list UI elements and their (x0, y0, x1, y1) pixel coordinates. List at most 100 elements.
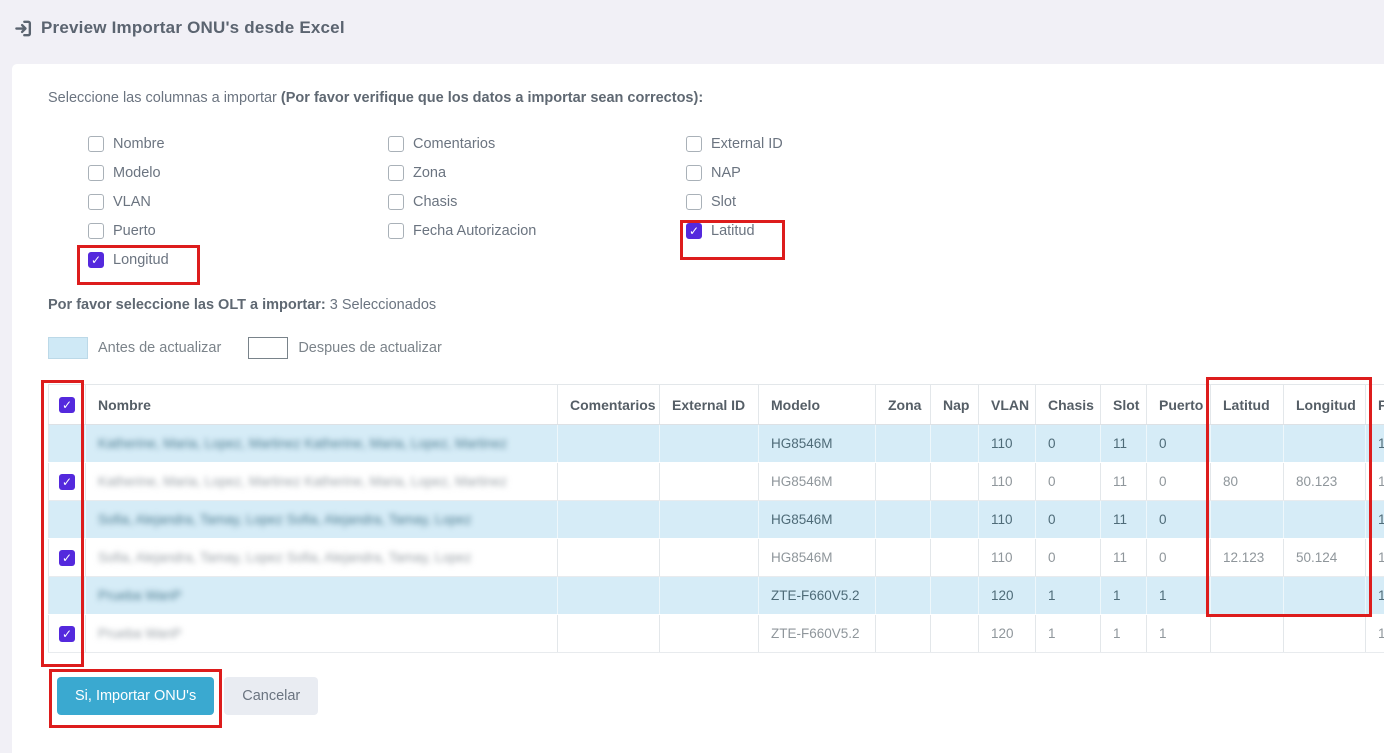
confirm-import-button[interactable]: Si, Importar ONU's (57, 677, 214, 715)
checkbox-checked-icon[interactable]: ✓ (686, 223, 702, 239)
cell-zona (876, 615, 931, 653)
columns-section-label: Seleccione las columnas a importar (Por … (48, 90, 703, 106)
cell-comentarios (558, 539, 660, 577)
table-row-2-after: ✓Katherine, Maria, Lopez, Martinez Kathe… (49, 463, 1384, 501)
page-title-wrap: Preview Importar ONU's desde Excel (14, 18, 345, 38)
cell-longitud (1284, 577, 1366, 615)
cell-nombre: Katherine, Maria, Lopez, Martinez Kather… (86, 425, 558, 463)
cell-latitud: 80 (1211, 463, 1284, 501)
import-columns-grid: Nombre Modelo VLAN Puerto ✓ Longitud Comentari… (88, 136, 986, 281)
checkbox-unchecked-icon[interactable] (88, 136, 104, 152)
top-header-bar: Preview Importar ONU's desde Excel (0, 0, 1384, 56)
checkbox-unchecked-icon[interactable] (88, 194, 104, 210)
cell-chasis: 0 (1036, 501, 1101, 539)
onu-preview-table: ✓NombreComentariosExternal IDModeloZonaN… (48, 384, 1384, 653)
import-column-option-latitud[interactable]: ✓Latitud (686, 223, 986, 239)
import-columns-col-2: Comentarios Zona Chasis Fecha Autorizacion (388, 136, 686, 281)
column-header-external-id: External ID (660, 385, 759, 425)
column-header-nap: Nap (931, 385, 979, 425)
row-checkbox-checked[interactable]: ✓ (59, 550, 75, 566)
columns-label-normal: Seleccione las columnas a importar (48, 90, 281, 106)
column-header-longitud: Longitud (1284, 385, 1366, 425)
cell-fecha: 19 (1366, 539, 1384, 577)
import-column-option-modelo[interactable]: Modelo (88, 165, 388, 181)
cell-vlan: 110 (979, 425, 1036, 463)
import-column-option-puerto[interactable]: Puerto (88, 223, 388, 239)
cell-external-id (660, 463, 759, 501)
cell-chasis: 1 (1036, 615, 1101, 653)
cell-slot: 1 (1101, 577, 1147, 615)
cell-nombre: Prueba WanP (86, 577, 558, 615)
import-column-option-nap[interactable]: NAP (686, 165, 986, 181)
checkbox-label: Zona (413, 165, 446, 181)
cell-longitud: 80.123 (1284, 463, 1366, 501)
legend-before-swatch (48, 337, 88, 359)
checkbox-unchecked-icon[interactable] (686, 194, 702, 210)
import-column-option-nombre[interactable]: Nombre (88, 136, 388, 152)
import-column-option-vlan[interactable]: VLAN (88, 194, 388, 210)
checkbox-unchecked-icon[interactable] (388, 136, 404, 152)
column-header-chasis: Chasis (1036, 385, 1101, 425)
checkbox-unchecked-icon[interactable] (388, 194, 404, 210)
onu-name-redacted: Prueba WanP (98, 626, 182, 641)
column-header-puerto: Puerto (1147, 385, 1211, 425)
checkbox-label: Longitud (113, 252, 169, 268)
cell-longitud: 50.124 (1284, 539, 1366, 577)
cell-slot: 11 (1101, 539, 1147, 577)
column-header-vlan: VLAN (979, 385, 1036, 425)
column-header-nombre: Nombre (86, 385, 558, 425)
cell-nap (931, 463, 979, 501)
cell-vlan: 110 (979, 463, 1036, 501)
checkbox-unchecked-icon[interactable] (388, 223, 404, 239)
import-column-option-zona[interactable]: Zona (388, 165, 686, 181)
row-checkbox-checked[interactable]: ✓ (59, 626, 75, 642)
import-column-option-external-id[interactable]: External ID (686, 136, 986, 152)
row-select-cell: ✓ (49, 539, 86, 577)
checkbox-unchecked-icon[interactable] (88, 165, 104, 181)
checkbox-label: External ID (711, 136, 783, 152)
cell-nombre: Prueba WanP (86, 615, 558, 653)
checkbox-unchecked-icon[interactable] (88, 223, 104, 239)
import-column-option-slot[interactable]: Slot (686, 194, 986, 210)
cell-vlan: 110 (979, 539, 1036, 577)
cell-puerto: 0 (1147, 425, 1211, 463)
cell-nap (931, 615, 979, 653)
checkbox-label: Modelo (113, 165, 161, 181)
cell-puerto: 0 (1147, 463, 1211, 501)
table-row-1-before: Katherine, Maria, Lopez, Martinez Kather… (49, 425, 1384, 463)
import-column-option-comentarios[interactable]: Comentarios (388, 136, 686, 152)
table-body: Katherine, Maria, Lopez, Martinez Kather… (49, 425, 1384, 653)
olt-count: 3 Seleccionados (326, 297, 436, 313)
cell-longitud (1284, 425, 1366, 463)
checkbox-unchecked-icon[interactable] (686, 136, 702, 152)
cell-modelo: ZTE-F660V5.2 (759, 577, 876, 615)
cell-latitud: 12.123 (1211, 539, 1284, 577)
onu-name-redacted: Sofia, Alejandra, Tamay, Lopez Sofia, Al… (98, 512, 472, 527)
cell-latitud (1211, 577, 1284, 615)
cell-chasis: 0 (1036, 463, 1101, 501)
checkbox-label: Chasis (413, 194, 457, 210)
checkbox-label: VLAN (113, 194, 151, 210)
import-column-option-fecha-autorizacion[interactable]: Fecha Autorizacion (388, 223, 686, 239)
cell-chasis: 0 (1036, 425, 1101, 463)
select-all-checkbox[interactable]: ✓ (59, 397, 75, 413)
checkbox-unchecked-icon[interactable] (388, 165, 404, 181)
page: Preview Importar ONU's desde Excel Selec… (0, 0, 1384, 753)
checkbox-unchecked-icon[interactable] (686, 165, 702, 181)
import-column-option-longitud[interactable]: ✓ Longitud (88, 252, 388, 268)
import-column-option-chasis[interactable]: Chasis (388, 194, 686, 210)
cell-nap (931, 501, 979, 539)
cell-fecha: 19 (1366, 463, 1384, 501)
cancel-button[interactable]: Cancelar (224, 677, 318, 715)
columns-label-bold: (Por favor verifique que los datos a imp… (281, 90, 703, 106)
cell-zona (876, 577, 931, 615)
row-select-cell: ✓ (49, 463, 86, 501)
cell-comentarios (558, 463, 660, 501)
row-select-cell: ✓ (49, 615, 86, 653)
row-checkbox-checked[interactable]: ✓ (59, 474, 75, 490)
cell-external-id (660, 539, 759, 577)
column-header-comentarios: Comentarios (558, 385, 660, 425)
table-header-row: ✓NombreComentariosExternal IDModeloZonaN… (49, 385, 1384, 425)
checkbox-checked-icon[interactable]: ✓ (88, 252, 104, 268)
cell-latitud (1211, 501, 1284, 539)
